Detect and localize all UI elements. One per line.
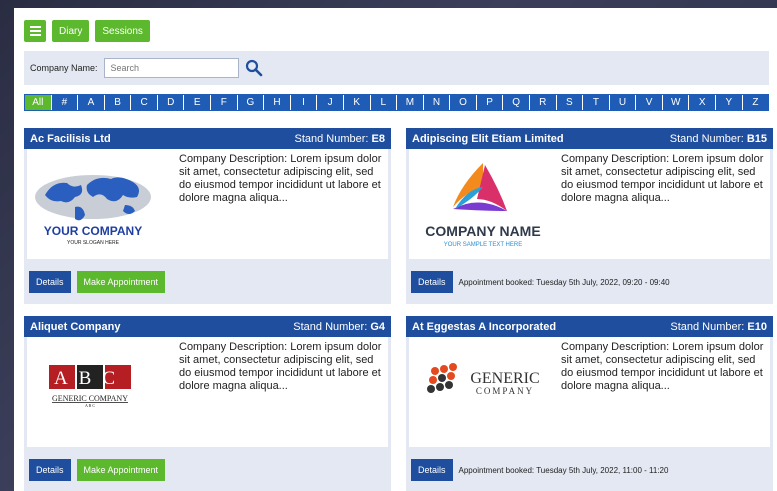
company-logo: COMPANY NAME YOUR SAMPLE TEXT HERE [425, 163, 541, 248]
alphabet-filter-u[interactable]: U [610, 95, 637, 110]
card-header: Ac Facilisis Ltd Stand Number: E8 [24, 128, 391, 149]
alphabet-filter-e[interactable]: E [184, 95, 212, 110]
alphabet-filter-q[interactable]: Q [503, 95, 530, 110]
company-description: Company Description: Lorem ipsum dolor s… [179, 341, 382, 392]
card-footer: Details Appointment booked: Tuesday 5th … [411, 459, 668, 481]
logo-slogan: YOUR SLOGAN HERE [67, 240, 120, 246]
logo-slogan: COMPANY [476, 386, 534, 396]
logo-slogan: GENERIC COMPANY [52, 394, 128, 403]
diary-button[interactable]: Diary [52, 20, 90, 42]
alphabet-filter-v[interactable]: V [636, 95, 663, 110]
search-input[interactable] [103, 58, 239, 78]
alphabet-filter-g[interactable]: G [238, 95, 265, 110]
alphabet-filter-x[interactable]: X [689, 95, 717, 110]
company-name[interactable]: At Eggestas A Incorporated [412, 321, 556, 333]
details-button[interactable]: Details [411, 271, 453, 293]
main-panel: Diary Sessions Company Name: All#ABCDEFG… [14, 8, 777, 491]
card-body: ABC GENERIC COMPANY A B C Company Descri… [27, 337, 388, 447]
company-name[interactable]: Ac Facilisis Ltd [30, 133, 111, 145]
alphabet-filter-t[interactable]: T [583, 95, 610, 110]
alphabet-filter-k[interactable]: K [344, 95, 371, 110]
stand-number: Stand Number: B15 [669, 132, 767, 145]
card-body: GENERIC COMPANY Company Description: Lor… [409, 337, 770, 447]
company-name[interactable]: Adipiscing Elit Etiam Limited [412, 133, 564, 145]
card-footer: Details Appointment booked: Tuesday 5th … [411, 271, 670, 293]
company-card: Aliquet Company Stand Number: G4 ABC GEN… [24, 316, 391, 491]
details-button[interactable]: Details [411, 459, 453, 481]
alphabet-filter: All # A B C D E F G H I J K L M N O P Q R S T U V W X Y Z [24, 94, 769, 111]
company-name[interactable]: Aliquet Company [30, 321, 120, 333]
alphabet-filter-p[interactable]: P [477, 95, 504, 110]
company-logo: GENERIC COMPANY [427, 363, 540, 396]
sessions-button[interactable]: Sessions [95, 20, 150, 42]
alphabet-filter-d[interactable]: D [158, 95, 185, 110]
alphabet-filter-m[interactable]: M [397, 95, 424, 110]
card-body: YOUR COMPANY YOUR SLOGAN HERE Company De… [27, 149, 388, 259]
alphabet-filter-hash[interactable]: # [52, 95, 79, 110]
company-description: Company Description: Lorem ipsum dolor s… [561, 341, 764, 392]
appointment-status: Appointment booked: Tuesday 5th July, 20… [458, 465, 669, 475]
alphabet-filter-s[interactable]: S [557, 95, 584, 110]
logo-slogan: YOUR SAMPLE TEXT HERE [444, 242, 522, 248]
make-appointment-button[interactable]: Make Appointment [76, 459, 166, 481]
alphabet-filter-f[interactable]: F [211, 95, 238, 110]
search-icon[interactable] [245, 59, 263, 77]
company-description: Company Description: Lorem ipsum dolor s… [179, 153, 382, 204]
logo-text: COMPANY NAME [425, 223, 540, 239]
company-card: At Eggestas A Incorporated Stand Number:… [406, 316, 773, 491]
alphabet-filter-r[interactable]: R [530, 95, 557, 110]
company-card: Adipiscing Elit Etiam Limited Stand Numb… [406, 128, 773, 304]
company-logo: ABC GENERIC COMPANY A B C [49, 365, 131, 408]
card-header: At Eggestas A Incorporated Stand Number:… [406, 316, 773, 337]
card-footer: Details Make Appointment [29, 271, 166, 293]
alphabet-filter-w[interactable]: W [663, 95, 690, 110]
search-bar: Company Name: [24, 51, 769, 85]
company-name-label: Company Name: [30, 63, 98, 73]
company-description: Company Description: Lorem ipsum dolor s… [561, 153, 764, 204]
stand-number: Stand Number: E10 [670, 320, 767, 333]
alphabet-filter-b[interactable]: B [105, 95, 132, 110]
alphabet-filter-y[interactable]: Y [716, 95, 743, 110]
alphabet-filter-j[interactable]: J [317, 95, 344, 110]
card-body: COMPANY NAME YOUR SAMPLE TEXT HERE Compa… [409, 149, 770, 259]
logo-text: ABC [54, 368, 126, 389]
stand-number: Stand Number: G4 [293, 320, 385, 333]
alphabet-filter-o[interactable]: O [450, 95, 477, 110]
alphabet-filter-all[interactable]: All [25, 95, 52, 110]
card-footer: Details Make Appointment [29, 459, 166, 481]
logo-text: YOUR COMPANY [44, 224, 142, 238]
hamburger-menu-button[interactable] [24, 20, 46, 42]
card-header: Adipiscing Elit Etiam Limited Stand Numb… [406, 128, 773, 149]
stand-number: Stand Number: E8 [294, 132, 385, 145]
alphabet-filter-i[interactable]: I [291, 95, 318, 110]
company-logo: YOUR COMPANY YOUR SLOGAN HERE [35, 175, 151, 246]
alphabet-filter-a[interactable]: A [78, 95, 105, 110]
top-toolbar: Diary Sessions [24, 20, 150, 42]
logo-text: GENERIC [470, 370, 539, 387]
company-card: Ac Facilisis Ltd Stand Number: E8 YOUR C… [24, 128, 391, 304]
make-appointment-button[interactable]: Make Appointment [76, 271, 166, 293]
logo-slogan-2: A B C [85, 403, 95, 408]
alphabet-filter-h[interactable]: H [264, 95, 291, 110]
details-button[interactable]: Details [29, 271, 71, 293]
alphabet-filter-c[interactable]: C [131, 95, 158, 110]
alphabet-filter-n[interactable]: N [424, 95, 451, 110]
alphabet-filter-z[interactable]: Z [743, 95, 769, 110]
details-button[interactable]: Details [29, 459, 71, 481]
appointment-status: Appointment booked: Tuesday 5th July, 20… [458, 277, 670, 287]
hamburger-icon [29, 26, 41, 28]
card-header: Aliquet Company Stand Number: G4 [24, 316, 391, 337]
alphabet-filter-l[interactable]: L [371, 95, 398, 110]
